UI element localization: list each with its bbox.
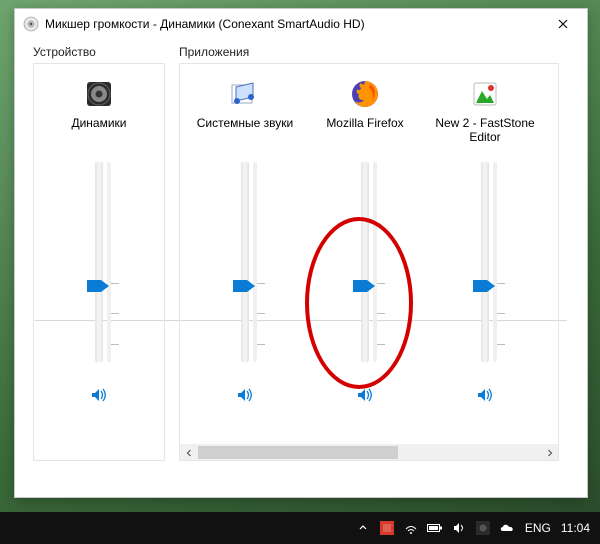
app-volume-slider[interactable]	[346, 156, 384, 376]
chevron-left-icon	[185, 449, 193, 457]
app-channel-system-sounds: Системные звуки	[186, 74, 304, 438]
app-volume-slider[interactable]	[466, 156, 504, 376]
titlebar[interactable]: Микшер громкости - Динамики (Conexant Sm…	[15, 9, 587, 39]
app-channel-firefox: Mozilla Firefox	[306, 74, 424, 438]
app-mute-button[interactable]	[474, 384, 496, 406]
apps-group-label: Приложения	[179, 45, 559, 59]
tray-wifi-icon[interactable]	[403, 520, 419, 536]
chevron-right-icon	[546, 449, 554, 457]
scroll-right-button[interactable]	[541, 444, 558, 461]
tray-volume-icon[interactable]	[451, 520, 467, 536]
volume-icon	[475, 385, 495, 405]
taskbar[interactable]: ENG 11:04	[0, 512, 600, 544]
app-icon-system-sounds[interactable]	[228, 74, 262, 114]
device-channel: Динамики	[40, 74, 158, 454]
app-channel-label: Системные звуки	[197, 116, 293, 150]
slider-thumb	[473, 280, 495, 292]
device-group: Устройство Динамики	[33, 45, 165, 469]
volume-icon	[235, 385, 255, 405]
tray-battery-icon[interactable]	[427, 520, 443, 536]
slider-thumb	[233, 280, 255, 292]
tray-language-indicator[interactable]: ENG	[525, 521, 551, 535]
app-mute-button[interactable]	[354, 384, 376, 406]
mixer-body: Устройство Динамики	[15, 39, 587, 479]
device-volume-slider[interactable]	[80, 156, 118, 376]
apps-horizontal-scrollbar[interactable]	[180, 444, 558, 461]
scroll-thumb[interactable]	[198, 446, 398, 459]
tray-clock[interactable]: 11:04	[561, 521, 590, 535]
volume-mixer-window: Микшер громкости - Динамики (Conexant Sm…	[14, 8, 588, 498]
app-volume-slider[interactable]	[226, 156, 264, 376]
device-group-box: Динамики	[33, 63, 165, 461]
apps-group: Приложения Системные звуки	[179, 45, 559, 469]
apps-group-box: Системные звуки	[179, 63, 559, 461]
tray-overflow-chevron-icon[interactable]	[355, 520, 371, 536]
device-channel-label: Динамики	[71, 116, 126, 150]
app-channel-label: New 2 - FastStone Editor	[426, 116, 544, 150]
speaker-device-icon	[82, 77, 116, 111]
slider-thumb	[87, 280, 109, 292]
slider-thumb	[353, 280, 375, 292]
device-group-label: Устройство	[33, 45, 165, 59]
app-channel-label: Mozilla Firefox	[326, 116, 403, 150]
scroll-left-button[interactable]	[180, 444, 197, 461]
volume-icon	[355, 385, 375, 405]
scroll-track[interactable]	[197, 444, 541, 461]
tray-app-red-icon[interactable]	[379, 520, 395, 536]
tray-onedrive-icon[interactable]	[499, 520, 515, 536]
window-title: Микшер громкости - Динамики (Conexant Sm…	[45, 17, 543, 31]
system-tray	[355, 520, 515, 536]
close-button[interactable]	[543, 9, 583, 39]
app-icon-faststone[interactable]	[468, 74, 502, 114]
app-mute-button[interactable]	[234, 384, 256, 406]
app-icon	[23, 16, 39, 32]
volume-icon	[89, 385, 109, 405]
faststone-icon	[468, 77, 502, 111]
system-sounds-icon	[228, 77, 262, 111]
close-icon	[558, 19, 568, 29]
device-mute-button[interactable]	[88, 384, 110, 406]
app-channel-faststone: New 2 - FastStone Editor	[426, 74, 544, 438]
firefox-icon	[348, 77, 382, 111]
tray-app-dark-icon[interactable]	[475, 520, 491, 536]
app-icon-firefox[interactable]	[348, 74, 382, 114]
device-icon[interactable]	[82, 74, 116, 114]
